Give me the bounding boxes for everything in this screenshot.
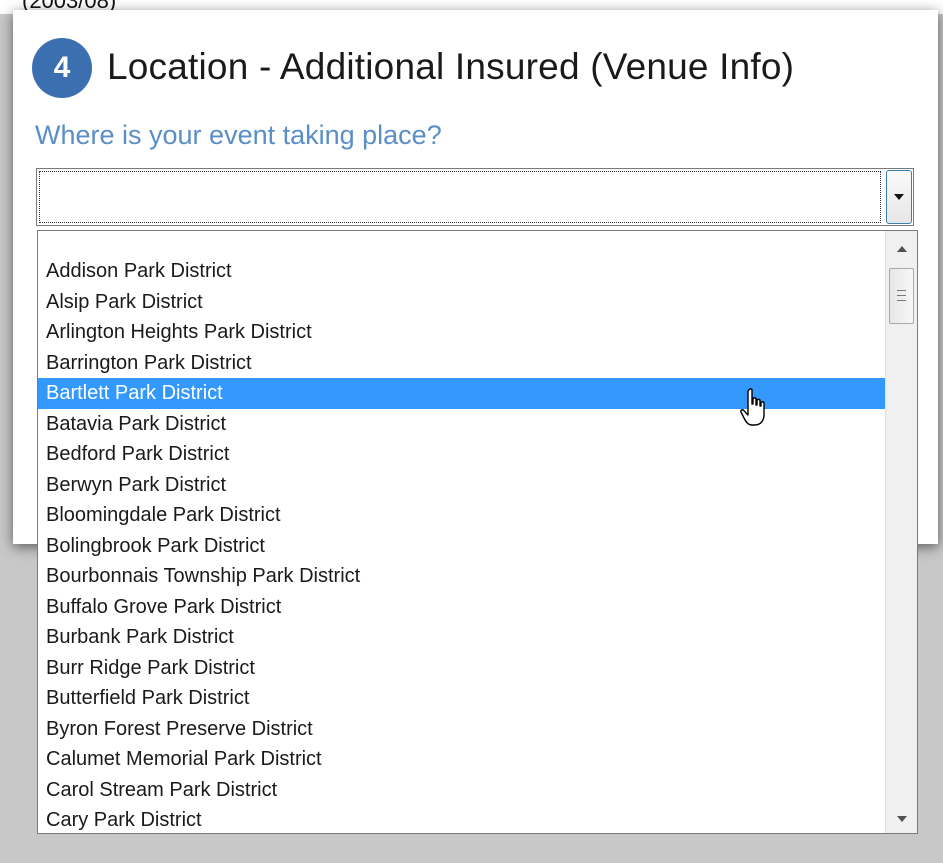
venue-option[interactable]: Burr Ridge Park District [38, 653, 885, 684]
venue-option[interactable]: Butterfield Park District [38, 683, 885, 714]
venue-option[interactable]: Barrington Park District [38, 348, 885, 379]
scroll-down-button[interactable] [886, 805, 917, 833]
venue-option[interactable]: Calumet Memorial Park District [38, 744, 885, 775]
venue-select[interactable] [36, 168, 914, 226]
venue-option[interactable]: Bloomingdale Park District [38, 500, 885, 531]
dropdown-scrollbar[interactable] [885, 231, 917, 833]
venue-option[interactable]: Buffalo Grove Park District [38, 592, 885, 623]
grip-icon [897, 300, 906, 301]
venue-option[interactable]: Cary Park District [38, 805, 885, 833]
venue-option[interactable]: Bedford Park District [38, 439, 885, 470]
scroll-up-button[interactable] [886, 235, 917, 263]
arrow-down-icon [896, 816, 907, 822]
venue-option[interactable]: Addison Park District [38, 256, 885, 287]
grip-icon [897, 295, 906, 296]
step-title: Location - Additional Insured (Venue Inf… [107, 46, 795, 87]
grip-icon [897, 290, 906, 291]
arrow-up-icon [896, 246, 907, 252]
venue-dropdown-list[interactable]: Addison Park District Alsip Park District… [37, 230, 918, 834]
venue-options: Addison Park District Alsip Park District… [38, 256, 885, 833]
venue-option[interactable]: Batavia Park District [38, 409, 885, 440]
venue-option[interactable]: Byron Forest Preserve District [38, 714, 885, 745]
venue-option[interactable]: Alsip Park District [38, 287, 885, 318]
venue-select-value [39, 171, 881, 223]
select-dropdown-button[interactable] [886, 170, 912, 224]
venue-question-label: Where is your event taking place? [35, 120, 442, 150]
venue-option[interactable]: Bolingbrook Park District [38, 531, 885, 562]
venue-option[interactable]: Berwyn Park District [38, 470, 885, 501]
chevron-down-icon [894, 194, 904, 200]
venue-option[interactable]: Bourbonnais Township Park District [38, 561, 885, 592]
step-number-badge: 4 [32, 38, 92, 98]
venue-option[interactable]: Bartlett Park District [38, 378, 885, 409]
venue-option[interactable]: Carol Stream Park District [38, 775, 885, 806]
venue-option[interactable]: Burbank Park District [38, 622, 885, 653]
venue-option[interactable]: Arlington Heights Park District [38, 317, 885, 348]
scrollbar-thumb[interactable] [889, 268, 914, 324]
